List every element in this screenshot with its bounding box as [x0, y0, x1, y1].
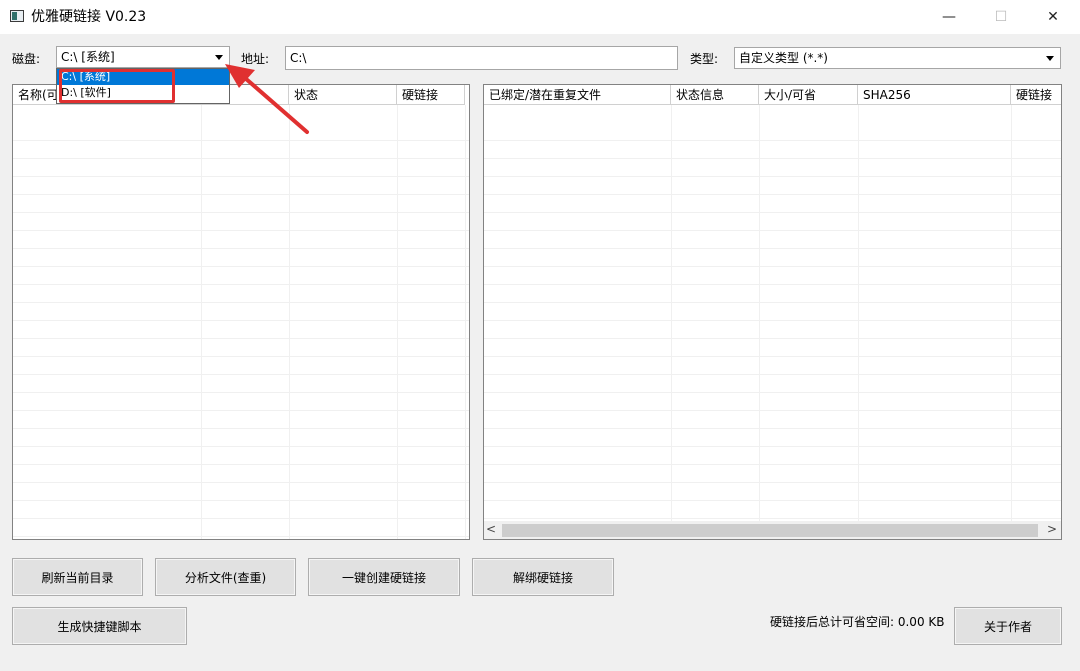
create-hardlinks-button[interactable]: 一键创建硬链接: [308, 558, 460, 596]
list-row: [13, 159, 469, 177]
type-select[interactable]: 自定义类型 (*.*): [734, 47, 1061, 69]
refresh-directory-button[interactable]: 刷新当前目录: [12, 558, 143, 596]
maximize-button[interactable]: ☐: [978, 0, 1024, 34]
type-select-chevron-down-icon[interactable]: [1043, 48, 1057, 68]
scroll-left-arrow[interactable]: <: [486, 522, 496, 536]
type-select-value: 自定义类型 (*.*): [739, 51, 828, 65]
title-bar: [0, 0, 1080, 34]
list-row: [13, 321, 469, 339]
generate-script-button[interactable]: 生成快捷键脚本: [12, 607, 187, 645]
window-title: 优雅硬链接 V0.23: [31, 9, 147, 25]
list-row: [13, 339, 469, 357]
list-row: [13, 465, 469, 483]
list-row: [484, 393, 1061, 411]
horizontal-scrollbar[interactable]: < >: [484, 521, 1061, 539]
disk-label: 磁盘:: [12, 52, 41, 66]
list-row: [484, 195, 1061, 213]
list-row: [484, 141, 1061, 159]
list-row: [484, 177, 1061, 195]
list-row: [484, 429, 1061, 447]
list-row: [13, 519, 469, 537]
list-row: [13, 375, 469, 393]
list-row: [13, 411, 469, 429]
list-row: [484, 231, 1061, 249]
address-input[interactable]: C:\: [285, 46, 678, 70]
list-row: [484, 267, 1061, 285]
type-label: 类型:: [690, 52, 719, 66]
list-row: [484, 465, 1061, 483]
right-col-size[interactable]: 大小/可省: [759, 85, 858, 105]
list-row: [13, 393, 469, 411]
minimize-button[interactable]: —: [926, 0, 972, 34]
list-row: [13, 285, 469, 303]
unbind-hardlinks-button[interactable]: 解绑硬链接: [472, 558, 614, 596]
list-row: [484, 501, 1061, 519]
list-row: [484, 411, 1061, 429]
disk-select-value: C:\ [系统]: [61, 50, 115, 64]
right-col-status-info[interactable]: 状态信息: [671, 85, 759, 105]
annotation-arrow-icon: [225, 64, 309, 134]
list-row: [13, 303, 469, 321]
list-row: [13, 429, 469, 447]
list-row: [13, 501, 469, 519]
disk-select[interactable]: C:\ [系统]: [56, 46, 230, 68]
list-row: [484, 321, 1061, 339]
right-file-list[interactable]: 已绑定/潜在重复文件 状态信息 大小/可省 SHA256 硬链接 < >: [483, 84, 1062, 540]
right-col-files[interactable]: 已绑定/潜在重复文件: [484, 85, 671, 105]
left-file-list[interactable]: 名称(可 状态 硬链接: [12, 84, 470, 540]
left-col-hardlink[interactable]: 硬链接: [397, 85, 465, 105]
list-row: [13, 249, 469, 267]
list-row: [484, 123, 1061, 141]
analyze-files-button[interactable]: 分析文件(查重): [155, 558, 296, 596]
scroll-right-arrow[interactable]: >: [1047, 522, 1057, 536]
annotation-highlight-box: [59, 69, 175, 103]
list-row: [13, 447, 469, 465]
list-row: [13, 231, 469, 249]
list-row: [13, 483, 469, 501]
list-row: [13, 195, 469, 213]
list-row: [484, 483, 1061, 501]
list-row: [484, 339, 1061, 357]
list-row: [13, 267, 469, 285]
right-col-sha256[interactable]: SHA256: [858, 85, 1011, 105]
about-author-button[interactable]: 关于作者: [954, 607, 1062, 645]
list-row: [484, 303, 1061, 321]
right-col-hardlink[interactable]: 硬链接: [1011, 85, 1061, 105]
list-row: [13, 213, 469, 231]
list-row: [484, 447, 1061, 465]
list-row: [484, 285, 1061, 303]
list-row: [484, 213, 1061, 231]
close-button[interactable]: ✕: [1030, 0, 1076, 34]
app-icon: [10, 10, 24, 22]
list-row: [484, 159, 1061, 177]
scrollbar-thumb[interactable]: [502, 524, 1038, 537]
list-row: [484, 249, 1061, 267]
list-row: [484, 375, 1061, 393]
list-row: [484, 357, 1061, 375]
savable-space-status: 硬链接后总计可省空间: 0.00 KB: [770, 615, 945, 629]
list-row: [13, 141, 469, 159]
list-row: [13, 357, 469, 375]
list-row: [13, 177, 469, 195]
